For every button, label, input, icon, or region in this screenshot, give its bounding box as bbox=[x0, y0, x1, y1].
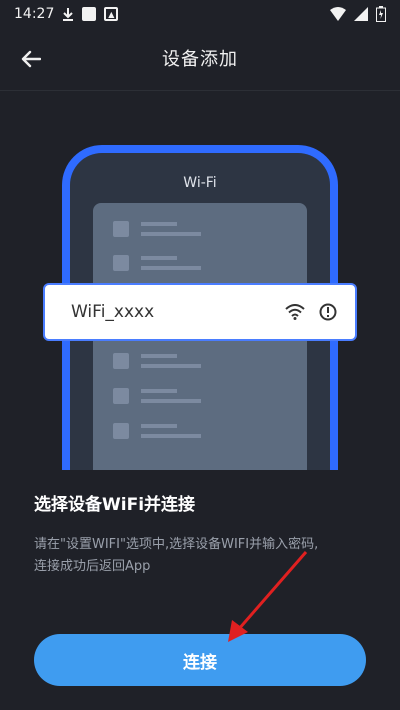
download-icon bbox=[63, 8, 74, 21]
battery-icon bbox=[376, 6, 386, 22]
list-item bbox=[113, 353, 201, 369]
wifi-network-name: WiFi_xxxx bbox=[71, 302, 155, 322]
cell-signal-icon bbox=[354, 7, 368, 21]
status-time: 14:27 bbox=[14, 6, 55, 22]
app-bar: 设备添加 bbox=[0, 28, 400, 88]
connect-button[interactable]: 连接 bbox=[34, 634, 366, 686]
image-notification-icon: ▲ bbox=[104, 7, 119, 21]
phone-wifi-label: Wi-Fi bbox=[183, 175, 217, 191]
arrow-left-icon bbox=[21, 50, 41, 68]
wifi-network-card: WiFi_xxxx bbox=[43, 283, 357, 341]
wifi-icon bbox=[285, 304, 305, 320]
list-item bbox=[113, 221, 201, 237]
header-divider bbox=[0, 90, 400, 91]
back-button[interactable] bbox=[16, 44, 46, 74]
instruction-line-2: 连接成功后返回App bbox=[34, 559, 151, 574]
app-notification-icon bbox=[82, 7, 97, 21]
status-bar: 14:27 ▲ bbox=[0, 0, 400, 28]
instruction-heading: 选择设备WiFi并连接 bbox=[34, 495, 196, 515]
instruction-text: 请在"设置WIFI"选项中,选择设备WIFI并输入密码, 连接成功后返回App bbox=[34, 534, 374, 578]
wifi-signal-icon bbox=[330, 7, 346, 21]
page-title: 设备添加 bbox=[162, 49, 238, 70]
list-item bbox=[113, 255, 201, 271]
instruction-line-1: 请在"设置WIFI"选项中,选择设备WIFI并输入密码, bbox=[34, 537, 319, 552]
info-alert-icon bbox=[319, 303, 337, 321]
list-item bbox=[113, 423, 201, 439]
list-item bbox=[113, 388, 201, 404]
